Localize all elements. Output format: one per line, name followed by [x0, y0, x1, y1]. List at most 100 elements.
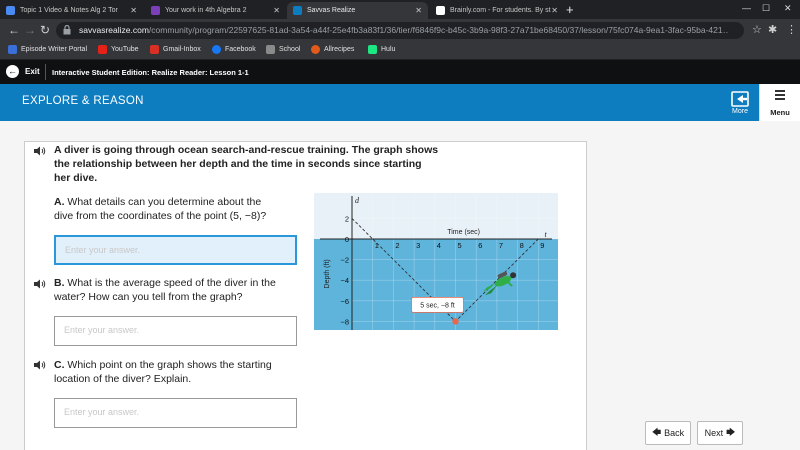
youtube-icon — [98, 45, 107, 54]
omnibox[interactable]: savvasrealize.com/community/program/2259… — [56, 22, 744, 39]
bookmark-label: YouTube — [111, 46, 139, 53]
back-arrow-icon[interactable]: ← — [8, 23, 20, 37]
close-icon[interactable]: ✕ — [130, 6, 137, 15]
minimize-button[interactable]: — — [742, 3, 751, 13]
graph-water — [314, 239, 558, 330]
reload-icon[interactable]: ↻ — [40, 23, 50, 37]
intro-line: the relationship between her depth and t… — [54, 158, 422, 170]
back-button[interactable]: 🡄 Back — [645, 421, 691, 445]
browser-tab-bar: Topic 1 Video & Notes Alg 2 Tor ✕ Your w… — [0, 0, 800, 19]
browser-tab-brainly[interactable]: Brainly.com - For students. By st ✕ — [430, 2, 564, 19]
close-icon[interactable]: ✕ — [551, 6, 558, 15]
bookmark-icon — [8, 45, 17, 54]
extensions-icon[interactable]: ✱ — [768, 23, 777, 36]
forward-arrow-icon[interactable]: → — [24, 23, 36, 37]
bookmark-gmail[interactable]: Gmail-Inbox — [150, 45, 201, 54]
bookmark-youtube[interactable]: YouTube — [98, 45, 139, 54]
menu-button[interactable]: Menu — [759, 84, 800, 121]
new-tab-button[interactable]: + — [566, 1, 574, 18]
y-tick-label: −6 — [340, 297, 349, 306]
x-tick-label: 4 — [437, 241, 441, 250]
bookmarks-bar: Episode Writer Portal YouTube Gmail-Inbo… — [0, 42, 800, 60]
bookmark-label: School — [279, 46, 301, 53]
docs-icon — [6, 6, 15, 15]
y-axis-label: Depth (ft) — [324, 259, 331, 288]
question-c-line: location of the diver? Explain. — [54, 373, 192, 385]
speaker-icon[interactable] — [34, 360, 46, 370]
question-c-line: Which point on the graph shows the start… — [64, 359, 272, 371]
app-title: Interactive Student Edition: Realize Rea… — [52, 68, 249, 77]
question-b-letter: B. — [54, 277, 65, 289]
x-axis-label: Time (sec) — [447, 229, 480, 236]
x-tick-label: 7 — [499, 241, 503, 250]
back-arrow-icon: 🡄 — [651, 427, 662, 437]
x-tick-label: 8 — [520, 241, 524, 250]
bookmark-label: Episode Writer Portal — [21, 46, 88, 53]
question-card: A diver is going through ocean search-an… — [24, 141, 587, 450]
allrecipes-icon — [311, 45, 320, 54]
star-icon[interactable]: ☆ — [752, 23, 762, 36]
lock-icon — [63, 25, 71, 35]
address-bar-row: ← → ↻ savvasrealize.com/community/progra… — [0, 19, 800, 42]
question-c: C. Which point on the graph shows the st… — [54, 358, 272, 386]
folder-icon — [266, 45, 275, 54]
bookmark-label: Hulu — [381, 46, 396, 53]
x-tick-label: 3 — [416, 241, 420, 250]
question-b: B. What is the average speed of the dive… — [54, 276, 276, 304]
speaker-icon[interactable] — [34, 146, 46, 156]
answer-c-input[interactable]: Enter your answer. — [54, 398, 297, 428]
app-top-bar: ← Exit Interactive Student Edition: Real… — [0, 60, 800, 84]
speaker-icon[interactable] — [34, 279, 46, 289]
question-a-letter: A. — [54, 196, 65, 208]
window-close-button[interactable]: ✕ — [784, 3, 792, 14]
close-icon[interactable]: ✕ — [415, 6, 422, 15]
question-b-line: What is the average speed of the diver i… — [64, 277, 276, 289]
more-arrow-icon — [731, 91, 749, 107]
exit-label: Exit — [25, 67, 40, 76]
answer-a-input[interactable]: Enter your answer. — [54, 235, 297, 265]
exit-arrow-icon: ← — [6, 65, 19, 78]
intro-line: her dive. — [54, 172, 98, 184]
bookmark-school[interactable]: School — [266, 45, 300, 54]
question-c-letter: C. — [54, 359, 65, 371]
y-tick-label: −8 — [340, 317, 349, 326]
url-host: savvasrealize.com — [79, 25, 149, 35]
browser-tab-topic1[interactable]: Topic 1 Video & Notes Alg 2 Tor ✕ — [0, 2, 143, 19]
kebab-menu-icon[interactable]: ⋮ — [786, 23, 797, 36]
bookmark-label: Facebook — [225, 46, 256, 53]
y-tick-label: 2 — [345, 214, 349, 223]
section-title: EXPLORE & REASON — [22, 95, 144, 107]
bookmark-allrecipes[interactable]: Allrecipes — [311, 45, 354, 54]
next-arrow-icon: 🡆 — [726, 427, 736, 437]
question-a-line: dive from the coordinates of the point (… — [54, 210, 267, 222]
menu-label: Menu — [770, 108, 790, 117]
bookmark-hulu[interactable]: Hulu — [368, 45, 395, 54]
browser-tab-your-work[interactable]: Your work in 4th Algebra 2 ✕ — [145, 2, 286, 19]
tab-title: Topic 1 Video & Notes Alg 2 Tor — [20, 7, 118, 14]
bookmark-facebook[interactable]: Facebook — [212, 45, 256, 54]
tab-title: Your work in 4th Algebra 2 — [165, 7, 247, 14]
more-label: More — [732, 108, 748, 115]
bookmark-episode-writer[interactable]: Episode Writer Portal — [8, 45, 87, 54]
next-button[interactable]: Next 🡆 — [697, 421, 743, 445]
back-label: Back — [664, 428, 685, 438]
hamburger-icon — [775, 90, 785, 100]
graph-sky — [314, 193, 558, 239]
exit-button[interactable]: ← Exit — [6, 65, 40, 78]
browser-tab-savvas[interactable]: Savvas Realize ✕ — [287, 2, 428, 19]
tab-title: Savvas Realize — [307, 7, 356, 14]
content-area: A diver is going through ocean search-an… — [0, 121, 800, 450]
more-button[interactable]: More — [727, 91, 753, 115]
intro-text: A diver is going through ocean search-an… — [54, 143, 438, 185]
question-a-line: What details can you determine about the — [64, 196, 262, 208]
x-tick-label: 9 — [540, 241, 544, 250]
x-tick-label: 5 — [458, 241, 462, 250]
y-tick-label: −2 — [340, 256, 349, 265]
classroom-icon — [151, 6, 160, 15]
url-path: /community/program/22597625-81ad-3a54-a4… — [148, 25, 729, 35]
close-icon[interactable]: ✕ — [273, 6, 280, 15]
point-callout-label: 5 sec, −8 ft — [420, 302, 454, 309]
maximize-button[interactable]: ☐ — [762, 3, 770, 14]
hulu-icon — [368, 45, 377, 54]
answer-b-input[interactable]: Enter your answer. — [54, 316, 297, 346]
